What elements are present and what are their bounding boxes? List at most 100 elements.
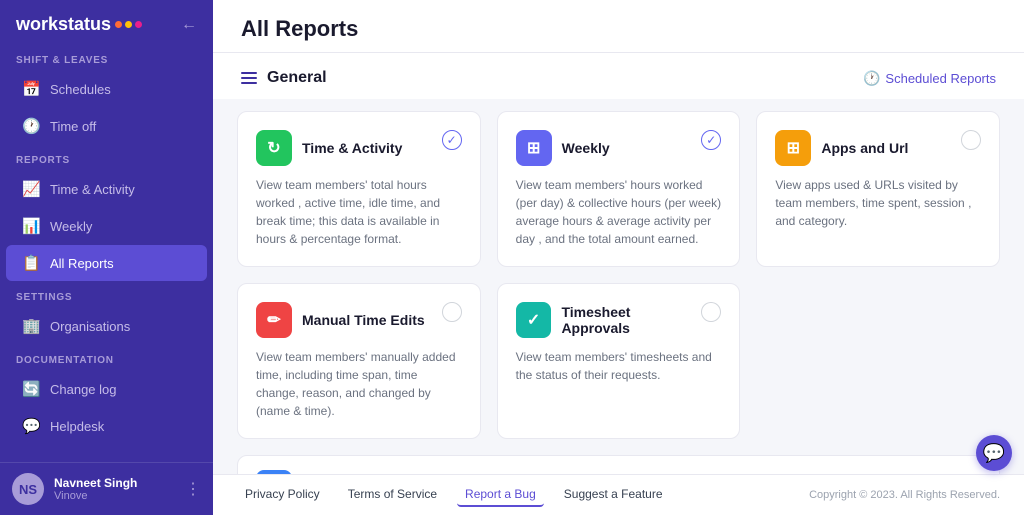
card-header-time-activity-card: ↻ Time & Activity ✓ — [256, 130, 462, 166]
general-title: General — [241, 69, 327, 87]
all-reports-label: All Reports — [50, 256, 114, 271]
time-activity-nav-label: Time & Activity — [50, 182, 135, 197]
footer-link-terms[interactable]: Terms of Service — [340, 483, 445, 507]
dot-orange — [115, 21, 122, 28]
card-header-apps-url-card: ⊞ Apps and Url — [775, 130, 981, 166]
schedules-label: Schedules — [50, 82, 111, 97]
chat-bubble-button[interactable]: 💬 — [976, 435, 1012, 471]
dot-yellow — [125, 21, 132, 28]
logo-text: workstatus — [16, 14, 111, 35]
card-title-row-manual-time-card: ✏ Manual Time Edits — [256, 302, 425, 338]
dot-pink — [135, 21, 142, 28]
footer-links: Privacy Policy Terms of Service Report a B… — [237, 483, 671, 507]
sidebar-item-change-log[interactable]: 🔄 Change log — [6, 371, 207, 407]
helpdesk-icon: 💬 — [22, 417, 40, 435]
time-activity-nav-icon: 📈 — [22, 180, 40, 198]
card-check-time-activity-card[interactable]: ✓ — [442, 130, 462, 150]
scheduled-reports-button[interactable]: 🕐 Scheduled Reports — [863, 70, 996, 87]
card-name-weekly-card: Weekly — [562, 140, 610, 156]
card-desc-manual-time-card: View team members' manually added time, … — [256, 348, 462, 420]
card-title-row-apps-url-card: ⊞ Apps and Url — [775, 130, 908, 166]
card-icon-timesheet-card: ✓ — [516, 302, 552, 338]
footer-link-privacy[interactable]: Privacy Policy — [237, 483, 328, 507]
card-name-manual-time-card: Manual Time Edits — [302, 312, 425, 328]
scheduled-reports-label: Scheduled Reports — [885, 71, 996, 86]
card-desc-apps-url-card: View apps used & URLs visited by team me… — [775, 176, 981, 230]
sidebar-section-reports: REPORTS — [0, 145, 213, 170]
card-header-weekly-card: ⊞ Weekly ✓ — [516, 130, 722, 166]
main-scroll-area: General 🕐 Scheduled Reports ↻ Time & Acti… — [213, 53, 1024, 474]
sidebar-item-helpdesk[interactable]: 💬 Helpdesk — [6, 408, 207, 444]
sidebar-item-time-activity-nav[interactable]: 📈 Time & Activity — [6, 171, 207, 207]
card-timesheet-card[interactable]: ✓ Timesheet Approvals View team members' t… — [497, 283, 741, 439]
sidebar-item-schedules[interactable]: 📅 Schedules — [6, 71, 207, 107]
footer: Privacy Policy Terms of Service Report a B… — [213, 474, 1024, 515]
helpdesk-label: Helpdesk — [50, 419, 104, 434]
cards-row1: ↻ Time & Activity ✓ View team members' tota… — [237, 111, 1000, 267]
card-name-time-activity-card: Time & Activity — [302, 140, 402, 156]
time-off-icon: 🕐 — [22, 117, 40, 135]
avatar: NS — [12, 473, 44, 505]
footer-link-suggest[interactable]: Suggest a Feature — [556, 483, 671, 507]
sidebar: workstatus ← SHIFT & LEAVES 📅 Schedules 🕐 Ti… — [0, 0, 213, 515]
general-header: General 🕐 Scheduled Reports — [213, 53, 1024, 99]
card-check-weekly-card[interactable]: ✓ — [701, 130, 721, 150]
all-reports-icon: 📋 — [22, 254, 40, 272]
card-check-apps-url-card[interactable] — [961, 130, 981, 150]
card-weekly-card[interactable]: ⊞ Weekly ✓ View team members' hours worked … — [497, 111, 741, 267]
change-log-icon: 🔄 — [22, 380, 40, 398]
card-apps-url-card[interactable]: ⊞ Apps and Url View apps used & URLs visit… — [756, 111, 1000, 267]
sidebar-section-settings: SETTINGS — [0, 282, 213, 307]
weekly-icon: 📊 — [22, 217, 40, 235]
card-icon-apps-url-card: ⊞ — [775, 130, 811, 166]
card-name-apps-url-card: Apps and Url — [821, 140, 908, 156]
clock-icon: 🕐 — [863, 70, 880, 87]
change-log-label: Change log — [50, 382, 117, 397]
card-title-row-timesheet-card: ✓ Timesheet Approvals — [516, 302, 702, 338]
logo-dots — [115, 21, 142, 28]
user-info: Navneet Singh Vinove — [54, 476, 175, 502]
sidebar-item-organisations[interactable]: 🏢 Organisations — [6, 308, 207, 344]
copyright: Copyright © 2023. All Rights Reserved. — [809, 489, 1000, 501]
card-header-timesheet-card: ✓ Timesheet Approvals — [516, 302, 722, 338]
card-check-manual-time-card[interactable] — [442, 302, 462, 322]
user-company: Vinove — [54, 490, 175, 502]
organisations-icon: 🏢 — [22, 317, 40, 335]
cards-section: ↻ Time & Activity ✓ View team members' tota… — [213, 99, 1024, 474]
card-name-timesheet-card: Timesheet Approvals — [561, 304, 701, 336]
sidebar-item-weekly[interactable]: 📊 Weekly — [6, 208, 207, 244]
sidebar-nav: SHIFT & LEAVES 📅 Schedules 🕐 Time off REPORTS… — [0, 45, 213, 445]
user-name: Navneet Singh — [54, 476, 175, 490]
time-off-label: Time off — [50, 119, 96, 134]
schedules-icon: 📅 — [22, 80, 40, 98]
card-icon-manual-time-card: ✏ — [256, 302, 292, 338]
user-menu-button[interactable]: ⋮ — [185, 479, 201, 499]
card-icon-time-activity-card: ↻ — [256, 130, 292, 166]
card-desc-timesheet-card: View team members' timesheets and the st… — [516, 348, 722, 384]
card-desc-weekly-card: View team members' hours worked (per day… — [516, 176, 722, 248]
partial-project-card[interactable]: 📁 Project & Task Report — [237, 455, 1000, 474]
card-icon-weekly-card: ⊞ — [516, 130, 552, 166]
card-check-timesheet-card[interactable] — [701, 302, 721, 322]
main-header: All Reports — [213, 0, 1024, 53]
main-content-area: All Reports General 🕐 Scheduled Reports … — [213, 0, 1024, 515]
cards-row2: ✏ Manual Time Edits View team members' man… — [237, 283, 1000, 439]
footer-link-bug[interactable]: Report a Bug — [457, 483, 544, 507]
organisations-label: Organisations — [50, 319, 130, 334]
card-title-row-time-activity-card: ↻ Time & Activity — [256, 130, 402, 166]
sidebar-section-shift---leaves: SHIFT & LEAVES — [0, 45, 213, 70]
page-title: All Reports — [241, 16, 996, 42]
card-title-row-weekly-card: ⊞ Weekly — [516, 130, 610, 166]
sidebar-section-documentation: DOCUMENTATION — [0, 345, 213, 370]
card-manual-time-card[interactable]: ✏ Manual Time Edits View team members' man… — [237, 283, 481, 439]
card-desc-time-activity-card: View team members' total hours worked , … — [256, 176, 462, 248]
sidebar-logo: workstatus ← — [0, 0, 213, 45]
weekly-label: Weekly — [50, 219, 92, 234]
hamburger-icon — [241, 72, 257, 84]
general-label: General — [267, 69, 327, 87]
card-time-activity-card[interactable]: ↻ Time & Activity ✓ View team members' tota… — [237, 111, 481, 267]
sidebar-collapse-button[interactable]: ← — [181, 16, 197, 34]
sidebar-user-section: NS Navneet Singh Vinove ⋮ — [0, 462, 213, 515]
sidebar-item-time-off[interactable]: 🕐 Time off — [6, 108, 207, 144]
sidebar-item-all-reports[interactable]: 📋 All Reports — [6, 245, 207, 281]
